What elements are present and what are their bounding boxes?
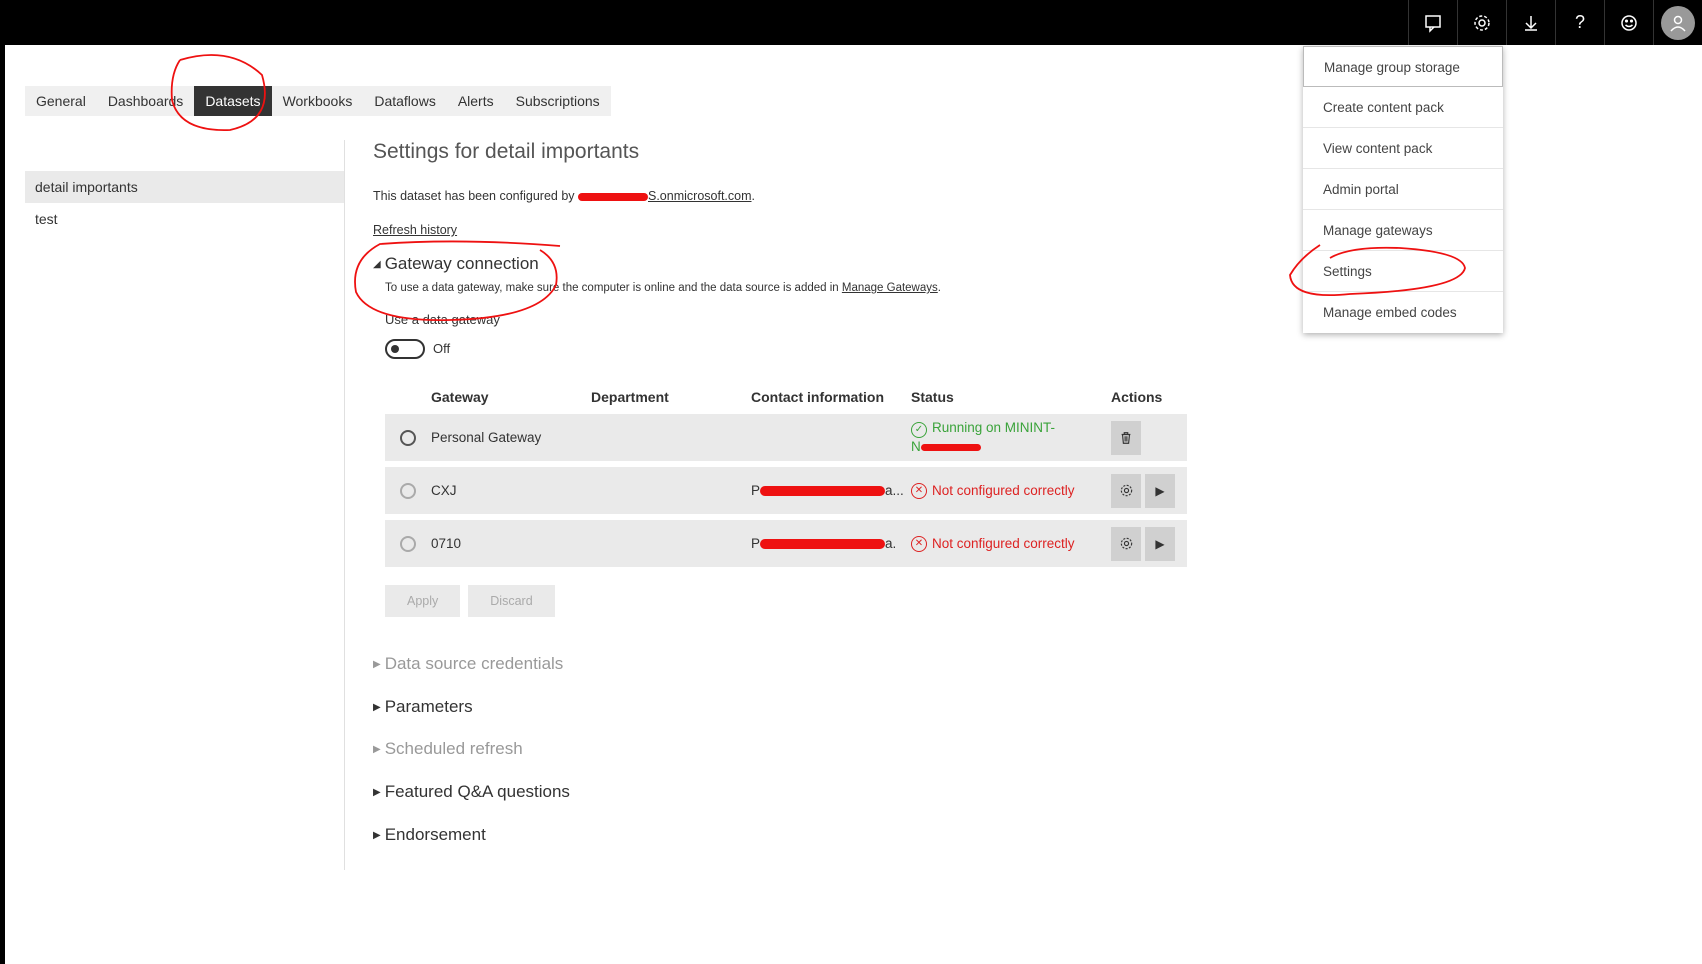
settings-dropdown-menu: Manage group storage Create content pack… [1303, 46, 1503, 333]
scheduled-refresh-header[interactable]: ▶ Scheduled refresh [373, 739, 523, 759]
help-icon[interactable]: ? [1555, 0, 1604, 45]
redaction-mark [578, 192, 648, 201]
dataset-item-detail-importants[interactable]: detail importants [25, 171, 344, 203]
discard-button[interactable]: Discard [468, 585, 555, 617]
gateway-settings-icon[interactable] [1111, 526, 1141, 561]
data-source-credentials-header[interactable]: ▶ Data source credentials [373, 654, 563, 674]
status-error: ✕ Not configured correctly [911, 535, 1111, 552]
menu-item-view-content-pack[interactable]: View content pack [1303, 128, 1503, 169]
gateway-name: CXJ [431, 483, 457, 498]
status-error: ✕ Not configured correctly [911, 482, 1111, 499]
tab-alerts[interactable]: Alerts [447, 86, 505, 116]
menu-item-manage-embed-codes[interactable]: Manage embed codes [1303, 292, 1503, 333]
expand-triangle-icon: ▶ [373, 743, 381, 755]
window-edge [0, 45, 5, 964]
tab-subscriptions[interactable]: Subscriptions [505, 86, 611, 116]
gateway-radio[interactable] [400, 482, 416, 499]
expand-triangle-icon: ▶ [373, 786, 381, 798]
redaction-mark [760, 486, 886, 497]
col-contact: Contact information [751, 389, 884, 405]
expand-triangle-icon: ▶ [373, 829, 381, 841]
gateway-description: To use a data gateway, make sure the com… [385, 282, 941, 294]
tab-dataflows[interactable]: Dataflows [363, 86, 446, 116]
top-bar: ? [0, 0, 1702, 45]
divider [344, 140, 345, 870]
toggle-knob [391, 345, 399, 353]
manage-gateways-link[interactable]: Manage Gateways [842, 282, 938, 294]
feedback-icon[interactable] [1604, 0, 1653, 45]
table-row[interactable]: 0710 Pa. ✕ Not configured correctly ▶ [385, 520, 1187, 567]
redaction-mark [920, 443, 981, 451]
account-icon [1661, 5, 1695, 40]
expand-arrow-icon[interactable]: ▶ [1145, 526, 1175, 561]
menu-item-settings[interactable]: Settings [1303, 251, 1503, 292]
gateway-name: Personal Gateway [431, 430, 542, 445]
check-circle-icon: ✓ [911, 422, 927, 438]
apply-button[interactable]: Apply [385, 585, 461, 617]
use-gateway-toggle[interactable] [385, 339, 425, 359]
account-button[interactable] [1653, 0, 1702, 45]
menu-item-create-content-pack[interactable]: Create content pack [1303, 87, 1503, 128]
tab-datasets[interactable]: Datasets [194, 86, 272, 116]
configured-email-link[interactable]: S.onmicrosoft.com [578, 189, 752, 203]
col-actions: Actions [1111, 389, 1163, 405]
error-circle-icon: ✕ [911, 535, 927, 552]
collapse-triangle-icon: ◢ [373, 258, 381, 270]
gateway-table: Gateway Department Contact information S… [385, 380, 1187, 573]
tab-workbooks[interactable]: Workbooks [272, 86, 364, 116]
settings-tabs: General Dashboards Datasets Workbooks Da… [25, 86, 611, 116]
menu-item-manage-gateways[interactable]: Manage gateways [1303, 210, 1503, 251]
delete-icon[interactable] [1111, 420, 1141, 455]
error-circle-icon: ✕ [911, 482, 927, 499]
settings-panel: Settings for detail importants This data… [373, 140, 1193, 844]
endorsement-header[interactable]: ▶ Endorsement [373, 825, 486, 845]
menu-item-manage-group-storage[interactable]: Manage group storage [1303, 46, 1503, 87]
redaction-mark [760, 539, 886, 550]
refresh-history-link[interactable]: Refresh history [373, 223, 457, 237]
gateway-radio[interactable] [400, 535, 416, 552]
parameters-header[interactable]: ▶ Parameters [373, 697, 473, 717]
featured-qa-header[interactable]: ▶ Featured Q&A questions [373, 782, 570, 802]
col-department: Department [591, 389, 669, 405]
expand-triangle-icon: ▶ [373, 701, 381, 713]
configured-by-text: This dataset has been configured by S.on… [373, 189, 755, 203]
page-title: Settings for detail importants [373, 140, 640, 163]
col-gateway: Gateway [431, 389, 489, 405]
gateway-name: 0710 [431, 536, 462, 551]
toggle-state-label: Off [433, 341, 451, 356]
gateway-radio[interactable] [400, 429, 416, 446]
dataset-list: detail importants test [25, 171, 344, 235]
table-row[interactable]: Personal Gateway ✓ Running on MININT- N [385, 414, 1187, 461]
use-gateway-label: Use a data gateway [385, 312, 500, 327]
gear-icon[interactable] [1457, 0, 1506, 45]
gateway-contact: Pa... [751, 483, 904, 498]
table-row[interactable]: CXJ Pa... ✕ Not configured correctly ▶ [385, 467, 1187, 514]
tab-general[interactable]: General [25, 86, 97, 116]
menu-item-admin-portal[interactable]: Admin portal [1303, 169, 1503, 210]
download-icon[interactable] [1506, 0, 1555, 45]
status-running: ✓ Running on MININT- N [911, 420, 1056, 454]
col-status: Status [911, 389, 954, 405]
gateway-connection-header[interactable]: ◢ Gateway connection [373, 254, 539, 274]
gateway-contact: Pa. [751, 536, 897, 551]
dataset-item-test[interactable]: test [25, 203, 344, 235]
table-header: Gateway Department Contact information S… [385, 380, 1187, 414]
notifications-icon[interactable] [1408, 0, 1457, 45]
expand-arrow-icon[interactable]: ▶ [1145, 473, 1175, 508]
top-bar-icons: ? [1408, 0, 1702, 45]
form-buttons: Apply Discard [385, 585, 555, 617]
gateway-settings-icon[interactable] [1111, 473, 1141, 508]
tab-dashboards[interactable]: Dashboards [97, 86, 195, 116]
expand-triangle-icon: ▶ [373, 658, 381, 670]
